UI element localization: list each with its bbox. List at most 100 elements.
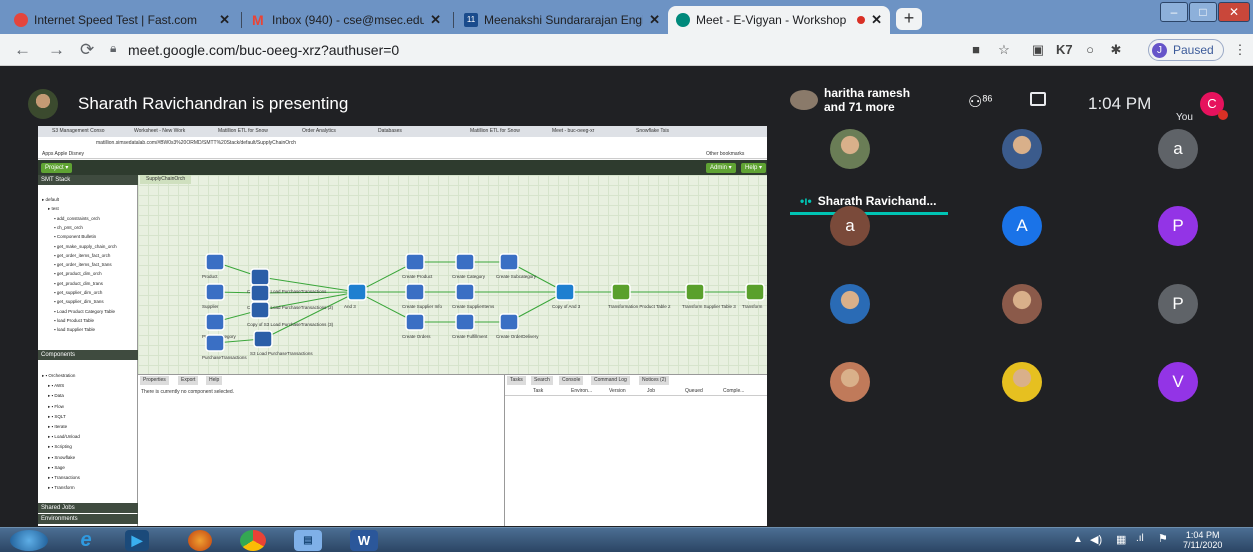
flow-node (611, 283, 631, 301)
camera-icon[interactable]: ■ (968, 42, 984, 58)
component-group: ▸ ▪ Data (48, 393, 64, 399)
reload-icon[interactable]: ⟳ (80, 40, 94, 60)
forward-arrow-icon[interactable]: → (48, 40, 65, 60)
participant-avatar[interactable]: a (830, 206, 870, 246)
puzzle-icon[interactable]: ✱ (1108, 42, 1124, 58)
flow-node (405, 253, 425, 271)
chat-icon[interactable] (1030, 92, 1046, 106)
active-speaker-label: •ı• Sharath Ravichand... (790, 194, 948, 214)
people-count: 86 (982, 93, 993, 104)
tab-college[interactable]: 11 Meenakshi Sundararajan Engineer ✕ (456, 6, 668, 34)
flow-node (555, 283, 575, 301)
matillion-left-panel: SMT Stack ▸ default ▸ test ▪ add_constrain… (38, 175, 138, 526)
flow-node (405, 283, 425, 301)
tasks-columns: Task Environ... Version Job Queued Comple... (505, 387, 767, 396)
meet-top-bar: haritha ramesh and 71 more ⚇86 1:04 PM Y… (788, 82, 1253, 126)
flow-node-label: PurchaseTransactions (202, 355, 247, 360)
browser-tab-strip: Internet Speed Test | Fast.com ✕ M Inbox… (0, 0, 1253, 34)
maximize-button[interactable]: □ (1189, 2, 1217, 22)
participant-photo[interactable] (830, 129, 870, 169)
tab-title: Internet Speed Test | Fast.com (34, 13, 197, 27)
participant-photo[interactable] (1002, 129, 1042, 169)
tree-item: ▪ get_order_items_fact_trans (54, 262, 112, 268)
participant-avatar[interactable]: P (1158, 284, 1198, 324)
flow-node-label: Create Product (402, 274, 433, 279)
lock-icon: 🔒︎ (110, 41, 117, 55)
signal-icon[interactable]: .ıl (1136, 533, 1144, 544)
circle-extension-icon[interactable]: ○ (1082, 42, 1098, 58)
flow-node-label: Create Subcategory (496, 274, 537, 279)
shared-tab: S3 Management Conso (52, 128, 105, 134)
url-bar[interactable]: 🔒︎ meet.google.com/buc-oeeg-xrz?authuser… (106, 38, 926, 62)
tray-arrow-icon[interactable]: ▲ (1073, 534, 1083, 545)
participants-summary[interactable]: haritha ramesh and 71 more (824, 86, 910, 114)
tree-item: ▪ add_constraints_orch (54, 215, 100, 221)
flag-icon[interactable]: ⚑ (1158, 532, 1168, 545)
tab-meet[interactable]: Meet - E-Vigyan - Workshop ✕ (668, 6, 890, 34)
close-tab-icon[interactable]: ✕ (219, 12, 230, 28)
close-window-button[interactable]: ✕ (1218, 2, 1250, 22)
new-tab-button[interactable]: + (896, 8, 922, 30)
export-tab: Export (178, 376, 199, 385)
taskbar-time: 1:04 PM (1185, 530, 1220, 540)
firefox-icon[interactable] (188, 530, 212, 551)
component-group: ▸ ▪ Transactions (48, 475, 80, 480)
chrome-icon[interactable] (240, 530, 266, 551)
tree-item: ▸ test (48, 206, 59, 212)
flow-node (205, 334, 225, 352)
presenter-avatar (28, 89, 58, 119)
profile-button[interactable]: J Paused (1148, 39, 1224, 61)
flow-node (455, 313, 475, 331)
tree-item: ▪ get_product_dim_orch (54, 271, 102, 277)
participant-photo[interactable] (1002, 362, 1042, 402)
flow-node-label: Create Orders (402, 334, 431, 339)
minimize-button[interactable]: – (1160, 2, 1188, 22)
word-icon[interactable]: W (350, 530, 378, 551)
start-button-icon[interactable] (10, 530, 48, 551)
participant-avatar[interactable]: V (1158, 362, 1198, 402)
k7-extension-icon[interactable]: K7 (1056, 42, 1073, 58)
participant-photo[interactable] (1002, 284, 1042, 324)
people-button[interactable]: ⚇86 (968, 92, 992, 112)
component-group: ▸ ▪ Transform (48, 485, 75, 491)
participant-photo[interactable] (830, 362, 870, 402)
shared-other-bookmarks: Other bookmarks (706, 151, 745, 157)
close-tab-icon[interactable]: ✕ (430, 12, 441, 28)
control-panel-icon[interactable]: ▤ (294, 530, 322, 551)
close-tab-icon[interactable]: ✕ (871, 12, 882, 28)
tab-fast-com[interactable]: Internet Speed Test | Fast.com ✕ (6, 6, 238, 34)
internet-explorer-icon[interactable]: e (70, 530, 102, 551)
participant-photo[interactable] (830, 284, 870, 324)
participant-avatar[interactable]: P (1158, 206, 1198, 246)
taskbar-clock[interactable]: 1:04 PM 7/11/2020 (1183, 530, 1222, 550)
tab-title: Meenakshi Sundararajan Engineer (484, 13, 644, 27)
shared-tab: Order Analytics (302, 128, 336, 134)
network-icon[interactable]: ▦ (1116, 533, 1126, 546)
participants-grid: •ı• Sharath Ravichand... aaAPPV (790, 129, 1253, 464)
tab-gmail[interactable]: M Inbox (940) - cse@msec.edu.in - ✕ (244, 6, 449, 34)
component-group: ▸ ▪ SQLT (48, 413, 66, 419)
close-tab-icon[interactable]: ✕ (649, 12, 660, 28)
environments-header: Environments (38, 514, 138, 524)
tab-divider (241, 12, 242, 28)
menu-icon[interactable]: ⋮ (1232, 42, 1248, 58)
participant-avatar[interactable]: A (1002, 206, 1042, 246)
media-player-icon[interactable]: ▶ (125, 530, 149, 551)
flow-node-label: Product (202, 274, 218, 279)
flow-node (455, 253, 475, 271)
windows-taskbar: e ▶ ▤ W ▲ ◀) ▦ .ıl ⚑ 1:04 PM 7/11/2020 (0, 527, 1253, 552)
tab-divider (453, 12, 454, 28)
shared-jobs-header: Shared Jobs (38, 503, 138, 513)
meeting-clock: 1:04 PM (1088, 94, 1152, 113)
participant-avatar[interactable]: a (1158, 129, 1198, 169)
back-arrow-icon[interactable]: ← (14, 40, 31, 60)
tree-item: ▪ Component Bulletin (54, 234, 97, 240)
star-icon[interactable]: ☆ (996, 42, 1012, 58)
project-menu: Project ▾ (41, 163, 73, 173)
tree-item: ▪ get_supplier_dim_orch (54, 290, 103, 295)
you-label: You (1176, 112, 1193, 123)
extension-icon[interactable]: ▣ (1030, 42, 1046, 58)
notices-tab: Notices (2) (639, 376, 670, 385)
volume-icon[interactable]: ◀) (1090, 533, 1102, 546)
shared-address-bar: matillion.simsedatalab.com/#BW0s3%20ORMD… (38, 137, 767, 149)
